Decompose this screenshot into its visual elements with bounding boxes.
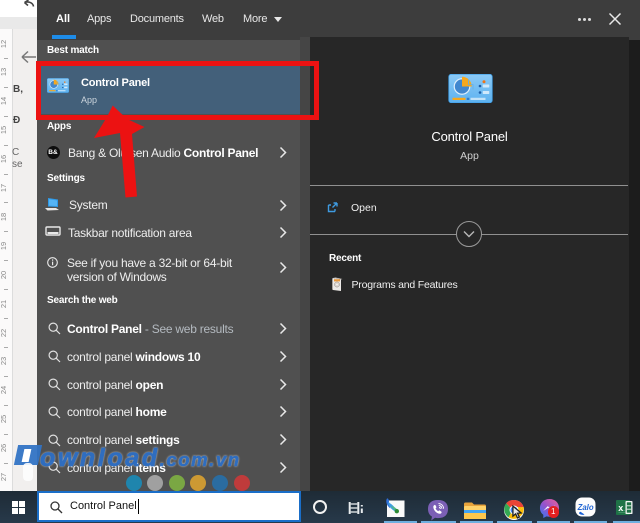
svg-text:x: x bbox=[618, 503, 623, 513]
svg-text:Zalo: Zalo bbox=[577, 503, 594, 512]
